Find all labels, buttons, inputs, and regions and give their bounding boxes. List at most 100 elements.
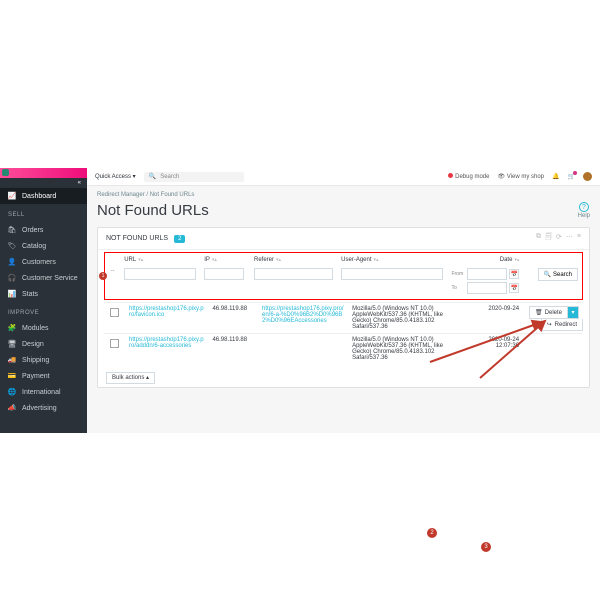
annotation-badge-1: 1: [99, 272, 107, 280]
cell-ip: 46.98.119.88: [212, 337, 247, 343]
data-table: URL▾▴ IP▾▴ Referer▾▴ User-Agent▾▴ Date▾▴…: [105, 253, 582, 299]
table-row[interactable]: https://prestashop176.pixy.pro/adddn/6-a…: [104, 334, 583, 365]
page-header: Not Found URLs ? Help: [87, 198, 600, 227]
page-title: Not Found URLs: [97, 202, 209, 219]
sidebar-item-label: Modules: [22, 325, 48, 332]
table-row[interactable]: https://prestashop176.pixy.pro/favicon.i…: [104, 303, 583, 334]
sidebar-item-customer-service[interactable]: 🎧Customer Service: [0, 270, 87, 286]
col-date[interactable]: Date▾▴: [447, 253, 523, 265]
search-input[interactable]: 🔍 Search: [144, 172, 244, 182]
sidebar-item-label: Dashboard: [22, 193, 56, 200]
export-icon[interactable]: ⧉: [536, 233, 541, 244]
sidebar-item-label: Customer Service: [22, 275, 78, 282]
sidebar-item-label: Orders: [22, 227, 43, 234]
cell-user-agent: Mozilla/5.0 (Windows NT 10.0) AppleWebKi…: [352, 306, 443, 330]
sql-icon[interactable]: 🗐: [545, 233, 552, 244]
payment-icon: 💳: [8, 372, 16, 380]
sidebar-item-advertising[interactable]: 📣 Advertising: [0, 400, 87, 416]
cell-url[interactable]: https://prestashop176.pixy.pro/favicon.i…: [129, 306, 204, 318]
filter-referer-input[interactable]: [254, 268, 333, 280]
filter-date-from-input[interactable]: [467, 268, 507, 280]
more-icon[interactable]: ⋯: [566, 233, 573, 244]
cell-date: 2020-09-24 12:07:36: [488, 337, 519, 349]
search-icon: 🔍: [149, 173, 156, 180]
sidebar-item-payment[interactable]: 💳 Payment: [0, 368, 87, 384]
row-action-redirect[interactable]: ↪ Redirect: [541, 319, 583, 331]
data-rows: https://prestashop176.pixy.pro/favicon.i…: [104, 302, 583, 364]
sidebar-item-catalog[interactable]: 🏷Catalog: [0, 238, 87, 254]
cell-url[interactable]: https://prestashop176.pixy.pro/adddn/6-a…: [129, 337, 204, 349]
filter-ip-input[interactable]: [204, 268, 244, 280]
row-checkbox[interactable]: [110, 308, 119, 317]
notifications-icon[interactable]: 🔔: [552, 173, 559, 180]
refresh-icon[interactable]: ⟳: [556, 233, 562, 244]
col-ip[interactable]: IP▾▴: [200, 253, 250, 265]
caret-down-icon[interactable]: ▾: [568, 307, 578, 318]
app-window: « 📈 Dashboard SELL 🛍Orders 🏷Catalog 👤 Cus…: [0, 168, 600, 433]
sidebar-item-modules[interactable]: 🧩 Modules: [0, 320, 87, 336]
col-referer[interactable]: Referer▾▴: [250, 253, 337, 265]
megaphone-icon: 📣: [8, 404, 16, 412]
panel-title: NOT FOUND URLS: [106, 235, 168, 242]
filter-date-to-input[interactable]: [467, 282, 507, 294]
sidebar-item-label: Stats: [22, 291, 38, 298]
sidebar-item-stats[interactable]: 📊 Stats: [0, 286, 87, 302]
topbar-right: Debug mode 👁 View my shop 🔔 🛒: [448, 172, 592, 181]
brand-header: [0, 168, 87, 178]
search-button[interactable]: 🔍 Search: [538, 268, 579, 281]
cell-date: 2020-09-24: [488, 306, 519, 312]
calendar-icon[interactable]: 📅: [509, 283, 519, 293]
list-icon[interactable]: ≡: [577, 233, 581, 244]
calendar-icon[interactable]: 📅: [509, 269, 519, 279]
view-shop-link[interactable]: 👁 View my shop: [497, 173, 544, 180]
row-checkbox[interactable]: [110, 339, 119, 348]
col-url[interactable]: URL▾▴: [120, 253, 200, 265]
sidebar-item-label: Customers: [22, 259, 56, 266]
cell-ip: 46.98.119.88: [212, 306, 247, 312]
row-action-delete[interactable]: 🗑 Delete▾: [529, 306, 579, 319]
annotation-badge-3: 3: [481, 542, 491, 552]
main-content: Quick Access ▾ 🔍 Search Debug mode 👁 Vie…: [87, 168, 600, 433]
modules-icon: 🧩: [8, 324, 16, 332]
avatar[interactable]: [583, 172, 592, 181]
cart-icon[interactable]: 🛒: [568, 173, 575, 180]
table-header-row: URL▾▴ IP▾▴ Referer▾▴ User-Agent▾▴ Date▾▴: [105, 253, 582, 265]
collapse-sidebar-icon[interactable]: «: [0, 178, 87, 188]
sidebar-item-shipping[interactable]: 🚚 Shipping: [0, 352, 87, 368]
sidebar-item-label: Advertising: [22, 405, 57, 412]
help-button[interactable]: ? Help: [578, 202, 590, 219]
filter-user-agent-input[interactable]: [341, 268, 443, 280]
sidebar-item-dashboard[interactable]: 📈 Dashboard: [0, 188, 87, 204]
cell-user-agent: Mozilla/5.0 (Windows NT 10.0) AppleWebKi…: [352, 337, 443, 361]
search-placeholder: Search: [160, 174, 179, 180]
panel-tools: ⧉ 🗐 ⟳ ⋯ ≡: [536, 233, 581, 244]
sidebar-item-label: Shipping: [22, 357, 49, 364]
sidebar-heading-sell: SELL: [0, 204, 87, 222]
dashboard-icon: 📈: [8, 192, 16, 200]
sidebar-item-international[interactable]: 🌐International: [0, 384, 87, 400]
breadcrumb: Redirect Manager / Not Found URLs: [87, 186, 600, 198]
page-root: « 📈 Dashboard SELL 🛍Orders 🏷Catalog 👤 Cus…: [0, 0, 600, 600]
bulk-actions-menu[interactable]: Bulk actions ▴: [106, 372, 155, 384]
filter-url-input[interactable]: [124, 268, 196, 280]
panel-count: 2: [174, 235, 185, 243]
sidebar-item-design[interactable]: 🖥Design: [0, 336, 87, 352]
design-icon: 🖥: [8, 340, 16, 348]
sidebar-item-customers[interactable]: 👤 Customers: [0, 254, 87, 270]
sidebar: « 📈 Dashboard SELL 🛍Orders 🏷Catalog 👤 Cus…: [0, 168, 87, 433]
sidebar-heading-improve: IMPROVE: [0, 302, 87, 320]
panel-header: NOT FOUND URLS 2 ⧉ 🗐 ⟳ ⋯ ≡: [98, 228, 589, 250]
sidebar-item-orders[interactable]: 🛍Orders: [0, 222, 87, 238]
customers-icon: 👤: [8, 258, 16, 266]
bulk-actions: Bulk actions ▴: [98, 368, 589, 387]
col-user-agent[interactable]: User-Agent▾▴: [337, 253, 447, 265]
cell-referer[interactable]: https://prestashop176.pixy.pro/en/6-a-%D…: [262, 306, 344, 324]
shipping-icon: 🚚: [8, 356, 16, 364]
quick-access-menu[interactable]: Quick Access ▾: [95, 173, 136, 180]
annotation-badge-2: 2: [427, 528, 437, 538]
stats-icon: 📊: [8, 290, 16, 298]
international-icon: 🌐: [8, 388, 16, 396]
sidebar-item-label: Payment: [22, 373, 50, 380]
sidebar-item-label: Catalog: [22, 243, 46, 250]
debug-mode-link[interactable]: Debug mode: [448, 173, 489, 180]
